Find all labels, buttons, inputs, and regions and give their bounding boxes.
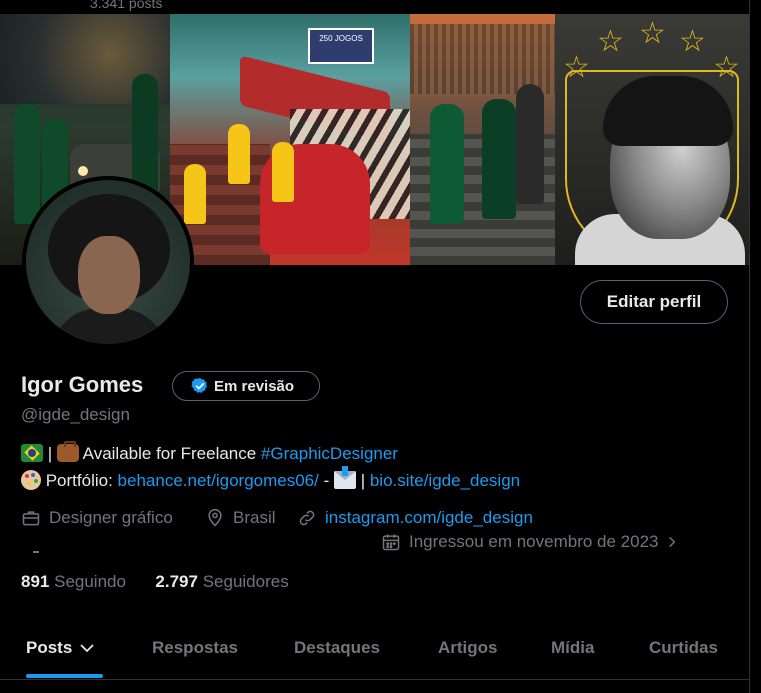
chevron-right-icon xyxy=(668,536,675,548)
banner-panel-stadium-stairs xyxy=(410,14,555,265)
tab-respostas[interactable]: Respostas xyxy=(152,622,238,674)
banner-sign: 250 JOGOS xyxy=(308,28,374,64)
inbox-tray-icon xyxy=(333,466,356,489)
biosite-link[interactable]: bio.site/igde_design xyxy=(370,471,520,490)
profile-tabs: Posts Respostas Destaques Artigos Mídia … xyxy=(0,622,750,680)
palette-icon xyxy=(21,470,41,490)
posts-count: 3.341 posts xyxy=(90,0,163,11)
banner-panel-crest-portrait: ☆ ☆ ☆ ☆ ☆ xyxy=(555,14,750,265)
avatar[interactable] xyxy=(22,176,194,348)
profile-location: Brasil xyxy=(205,508,276,528)
brazil-flag-icon xyxy=(21,444,43,462)
tab-curtidas[interactable]: Curtidas xyxy=(649,622,718,674)
hashtag-link[interactable]: #GraphicDesigner xyxy=(261,444,398,463)
banner-panel-rio-collage: 250 JOGOS xyxy=(170,14,410,265)
active-tab-indicator xyxy=(26,674,103,678)
bio-line-1: | Available for Freelance #GraphicDesign… xyxy=(21,441,398,464)
location-pin-icon xyxy=(208,508,222,527)
top-bar: 3.341 posts xyxy=(0,0,750,14)
follow-stats: 891 Seguindo 2.797 Seguidores xyxy=(21,572,289,592)
website-link[interactable]: instagram.com/igde_design xyxy=(325,508,533,528)
scrollbar[interactable] xyxy=(749,0,761,693)
edit-profile-button[interactable]: Editar perfil xyxy=(580,280,728,324)
star-icons: ☆ ☆ ☆ ☆ ☆ xyxy=(563,17,740,84)
tabs-divider xyxy=(0,679,750,680)
tab-midia[interactable]: Mídia xyxy=(551,622,594,674)
profile-website[interactable]: instagram.com/igde_design xyxy=(297,508,533,528)
chevron-down-icon xyxy=(80,644,94,653)
tab-posts[interactable]: Posts xyxy=(26,622,96,674)
behance-link[interactable]: behance.net/igorgomes06/ xyxy=(118,471,319,490)
profile-handle: @igde_design xyxy=(21,405,130,424)
calendar-icon xyxy=(382,534,400,551)
link-icon xyxy=(299,510,315,526)
verification-badge[interactable]: Em revisão xyxy=(172,371,320,401)
briefcase-icon xyxy=(56,441,79,462)
following-link[interactable]: 891 Seguindo xyxy=(21,572,126,591)
profile-name: Igor Gomes xyxy=(21,372,144,397)
bio-line-2: Portfólio: behance.net/igorgomes06/ - | … xyxy=(21,466,520,491)
profile-joined[interactable]: Ingressou em novembro de 2023 xyxy=(381,532,687,552)
badge-label: Em revisão xyxy=(214,377,295,395)
followers-link[interactable]: 2.797 Seguidores xyxy=(155,572,288,591)
verified-check-icon xyxy=(191,378,208,393)
tab-destaques[interactable]: Destaques xyxy=(294,622,380,674)
tab-artigos[interactable]: Artigos xyxy=(438,622,498,674)
divider-mark xyxy=(33,551,39,553)
briefcase-outline-icon xyxy=(22,511,40,526)
profile-category: Designer gráfico xyxy=(21,508,173,528)
